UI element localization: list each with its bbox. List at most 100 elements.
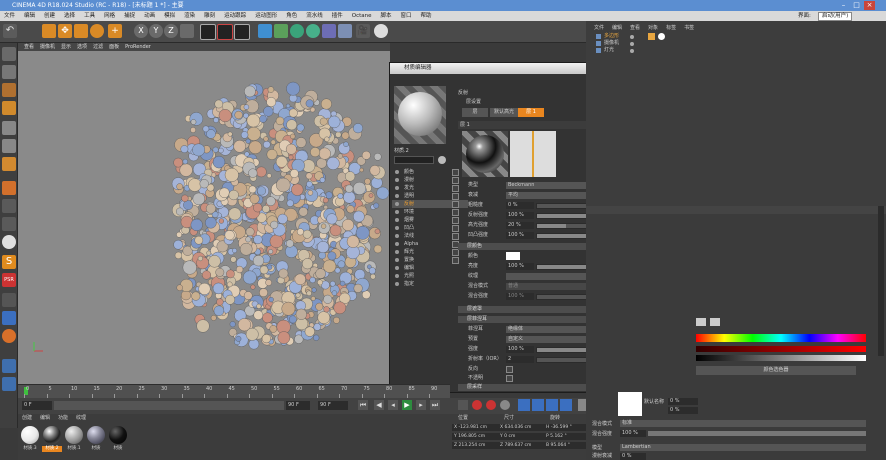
render-view-icon[interactable] xyxy=(200,24,216,40)
layout-icon[interactable] xyxy=(2,377,16,391)
cube-icon[interactable] xyxy=(258,24,272,38)
cloner-icon[interactable] xyxy=(306,24,320,38)
points-mode-icon[interactable] xyxy=(2,121,16,135)
tag-icon[interactable] xyxy=(648,33,655,40)
scale-key-icon[interactable] xyxy=(532,399,544,411)
menu-item[interactable]: 渲染 xyxy=(184,13,195,19)
frame-range-slider[interactable] xyxy=(54,401,284,410)
keyframe-toggle-icon[interactable] xyxy=(458,400,468,410)
property-field[interactable]: 100 % xyxy=(506,232,534,239)
menu-item[interactable]: 流水线 xyxy=(306,13,323,19)
menu-item[interactable]: 帮助 xyxy=(421,13,432,19)
keyframe-selection-icon[interactable] xyxy=(500,400,510,410)
object-menu-item[interactable]: 书签 xyxy=(684,25,694,31)
light-icon[interactable] xyxy=(374,24,388,38)
material-thumbnail[interactable]: 材质 xyxy=(108,426,128,454)
select-icon[interactable] xyxy=(42,24,56,38)
coord-field[interactable]: X 634.036 cm xyxy=(498,424,544,431)
edges-mode-icon[interactable] xyxy=(2,139,16,153)
end-frame-field-2[interactable]: 90 F xyxy=(318,401,348,410)
brightness-field-2[interactable]: 0 % xyxy=(668,407,698,414)
psr-icon[interactable]: PSR xyxy=(2,273,16,287)
grid-icon[interactable] xyxy=(2,359,16,373)
xpresso-icon[interactable] xyxy=(2,329,16,343)
object-row[interactable]: 摄像机 xyxy=(586,40,886,47)
color-picker-rgb-icon[interactable] xyxy=(710,318,720,326)
subdivision-icon[interactable] xyxy=(290,24,304,38)
menu-item[interactable]: 动画 xyxy=(144,13,155,19)
visibility-dots-icon[interactable] xyxy=(630,49,634,53)
coord-field[interactable]: Y 196.805 cm xyxy=(452,433,498,440)
maximize-button[interactable]: □ xyxy=(851,1,862,10)
invert-checkbox[interactable] xyxy=(506,366,513,373)
z-axis-icon[interactable]: Z xyxy=(164,24,178,38)
material-tag-icon[interactable] xyxy=(658,33,665,40)
y-axis-icon[interactable]: Y xyxy=(149,24,163,38)
menu-item[interactable]: 脚本 xyxy=(381,13,392,19)
layout-dropdown[interactable]: 启动(用户) xyxy=(818,12,853,21)
blend-mode-dropdown[interactable]: 标准 xyxy=(620,420,866,427)
color-picker-button[interactable]: 颜色选色器 xyxy=(696,366,856,375)
rotation-key-icon[interactable] xyxy=(546,399,558,411)
object-row[interactable]: 多边形 xyxy=(586,33,886,40)
material-menu-item[interactable]: 创建 xyxy=(22,415,32,421)
viewport-menu-item[interactable]: ProRender xyxy=(125,44,151,50)
pen-icon[interactable] xyxy=(274,24,288,38)
enable-axis-icon[interactable] xyxy=(2,181,16,195)
menu-item[interactable]: 选择 xyxy=(64,13,75,19)
polygons-mode-icon[interactable] xyxy=(2,157,16,171)
snap-icon[interactable] xyxy=(2,217,16,231)
material-thumbnail[interactable]: 材质.3 xyxy=(20,426,40,454)
tweak-icon[interactable] xyxy=(2,199,16,213)
texture-mode-icon[interactable] xyxy=(2,83,16,97)
layer-icon[interactable] xyxy=(2,293,16,307)
menu-item[interactable]: 工具 xyxy=(84,13,95,19)
param-key-icon[interactable] xyxy=(560,399,572,411)
menu-item[interactable]: 创建 xyxy=(44,13,55,19)
close-button[interactable]: × xyxy=(864,1,875,10)
prev-frame-icon[interactable]: ◂ xyxy=(388,400,398,410)
prev-key-icon[interactable]: ◀ xyxy=(374,400,384,410)
ior-field[interactable]: 2 xyxy=(506,356,534,363)
blend-strength-slider[interactable] xyxy=(648,431,866,436)
timeline[interactable]: 0 5 10 15 20 25 30 35 40 45 50 55 60 65 70 75 80 85 90 xyxy=(18,384,450,398)
model-mode-icon[interactable] xyxy=(2,65,16,79)
minimize-button[interactable]: – xyxy=(838,1,849,10)
property-field[interactable]: 20 % xyxy=(506,222,534,229)
menu-item[interactable]: 捕捉 xyxy=(124,13,135,19)
mix-strength-field[interactable]: 100 % xyxy=(506,293,534,300)
coord-field[interactable]: H -36.599 ° xyxy=(544,424,590,431)
x-axis-icon[interactable]: X xyxy=(134,24,148,38)
attribute-scrollbar[interactable] xyxy=(878,206,884,356)
material-menu-item[interactable]: 纹理 xyxy=(76,415,86,421)
saturation-slider[interactable] xyxy=(696,346,866,352)
object-menu-item[interactable]: 文件 xyxy=(594,25,604,31)
menu-item[interactable]: 编辑 xyxy=(24,13,35,19)
camera-icon[interactable]: 🎥 xyxy=(356,24,370,38)
menu-item[interactable]: 雕刻 xyxy=(204,13,215,19)
scale-icon[interactable] xyxy=(74,24,88,38)
model-dropdown[interactable]: Lambertian xyxy=(620,444,866,451)
color-swatch[interactable] xyxy=(506,252,520,260)
material-thumbnail[interactable]: 材质.1 xyxy=(64,426,84,454)
start-frame-field[interactable]: 0 F xyxy=(22,401,52,410)
viewport-menu-item[interactable]: 面板 xyxy=(109,44,119,50)
coord-field[interactable]: X -123.981 cm xyxy=(452,424,498,431)
undo-icon[interactable]: ↶ xyxy=(3,24,17,38)
workplane-icon[interactable] xyxy=(2,101,16,115)
viewport-menu-item[interactable]: 查看 xyxy=(24,44,34,50)
fresnel-strength-field[interactable]: 100 % xyxy=(506,346,534,353)
object-menu-item[interactable]: 对象 xyxy=(648,25,658,31)
render-picture-icon[interactable] xyxy=(217,24,233,40)
coord-field[interactable]: Y 0 cm xyxy=(498,433,544,440)
property-field[interactable]: 0 % xyxy=(506,202,534,209)
next-frame-icon[interactable]: ▸ xyxy=(416,400,426,410)
brightness-field[interactable]: 0 % xyxy=(668,398,698,405)
make-editable-icon[interactable] xyxy=(2,47,16,61)
brightness-field[interactable]: 100 % xyxy=(506,263,534,270)
script-icon[interactable]: S xyxy=(2,255,16,269)
menu-item[interactable]: 运动图形 xyxy=(255,13,277,19)
menu-item[interactable]: Octane xyxy=(352,13,372,19)
property-field[interactable]: 100 % xyxy=(506,212,534,219)
object-menu-item[interactable]: 查看 xyxy=(630,25,640,31)
